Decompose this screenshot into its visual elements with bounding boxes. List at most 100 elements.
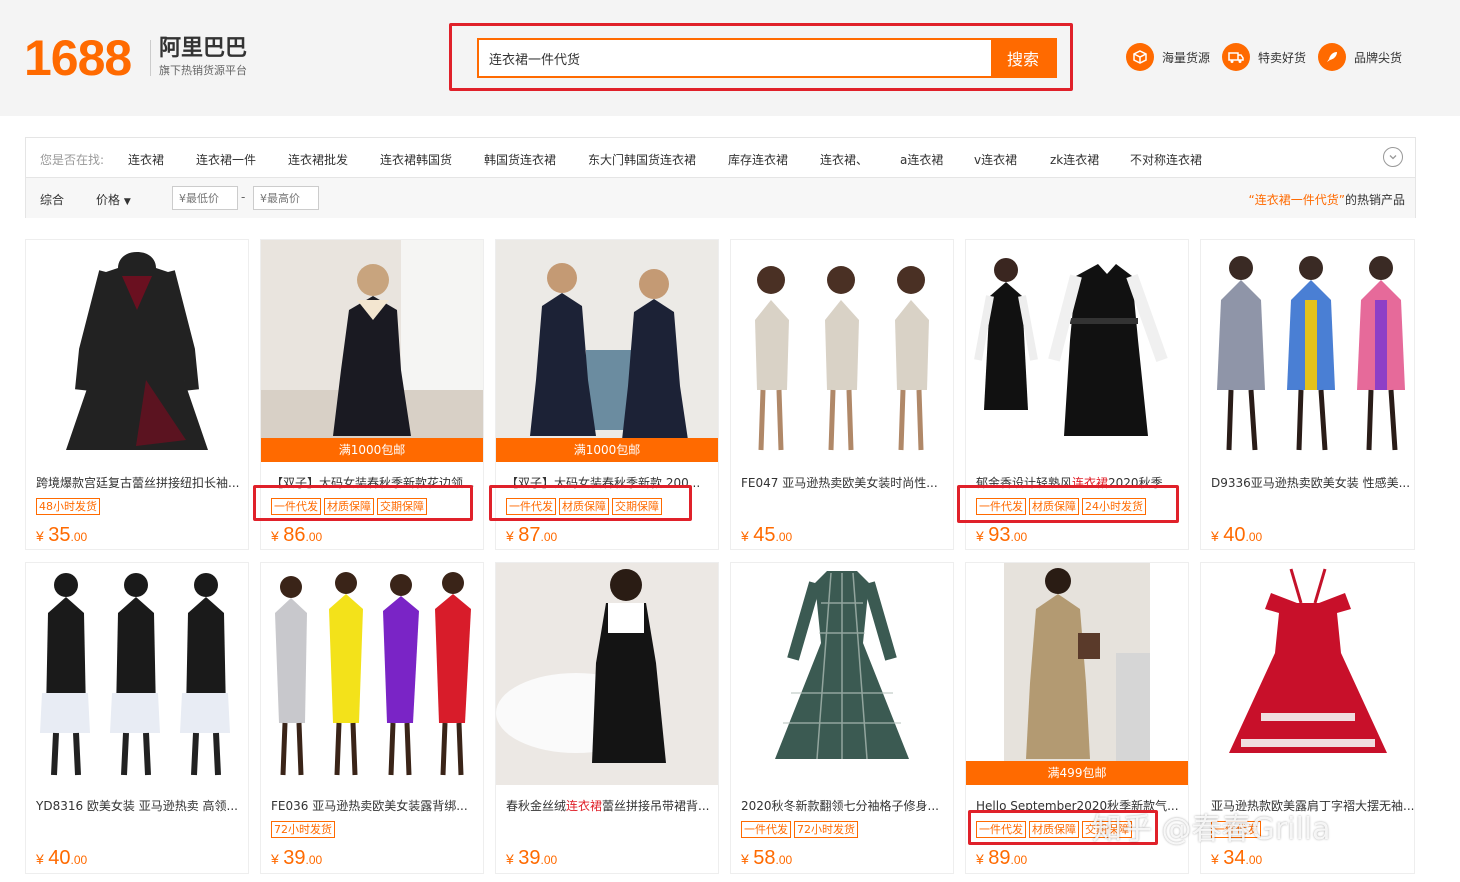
price-int: 39 [283,847,306,869]
sort-all[interactable]: 综合 [40,191,64,208]
product-tag: 72小时发货 [271,821,335,838]
suggestion-link[interactable]: 连衣裙批发 [288,151,348,168]
price-dec: .00 [1245,530,1263,544]
nav-label: 特卖好货 [1258,50,1307,65]
suggestion-link[interactable]: 连衣裙韩国货 [380,151,452,168]
suggestion-link[interactable]: 库存连衣裙 [728,151,788,168]
title-post: 蕾丝拼接吊带裙背... [602,799,710,813]
product-image[interactable]: 满1000包邮 [261,240,483,462]
price-int: 40 [48,847,71,869]
product-image[interactable]: 满499包邮 [966,563,1188,785]
tag-highlight-box [489,485,692,521]
product-price: ¥ 86.00 [271,524,322,547]
product-image[interactable] [731,563,953,785]
search-button[interactable]: 搜索 [991,40,1055,76]
sort-price-label: 价格 [96,193,121,207]
box-icon [1126,43,1154,71]
product-title[interactable]: 春秋金丝绒连衣裙蕾丝拼接吊带裙背... [506,797,710,814]
price-dec: .00 [1245,853,1263,867]
product-title[interactable]: 跨境爆款宫廷复古蕾丝拼接纽扣长袖... [36,474,240,491]
logo-brand[interactable]: 阿里巴巴 [159,36,247,62]
chevron-down-icon[interactable] [1383,147,1403,167]
title-pre: 春秋金丝绒 [506,799,567,813]
price-dec: .00 [540,853,558,867]
price-dec: .00 [305,530,323,544]
product-image[interactable] [26,240,248,462]
suggestion-link[interactable]: v连衣裙 [974,151,1017,168]
product-price: ¥ 39.00 [271,847,322,870]
product-card[interactable]: YD8316 欧美女装 亚马逊热卖 高领... ¥ 40.00 [25,562,249,874]
currency-symbol: ¥ [1211,528,1219,544]
suggestion-link[interactable]: 连衣裙 [128,151,164,168]
watermark: 知乎 @春春Grilla [1092,812,1331,847]
price-dec: .00 [305,853,323,867]
suggestion-link[interactable]: 连衣裙一件 [196,151,256,168]
price-dec: .00 [70,853,88,867]
suggestion-link[interactable]: 韩国货连衣裙 [484,151,556,168]
product-image[interactable] [496,563,718,785]
currency-symbol: ¥ [506,528,514,544]
product-title[interactable]: FE036 亚马逊热卖欧美女装露背绑... [271,797,475,814]
product-tag: 48小时发货 [36,498,100,515]
currency-symbol: ¥ [271,851,279,867]
truck-icon [1222,43,1250,71]
currency-symbol: ¥ [976,851,984,867]
price-int: 89 [988,847,1011,869]
rocket-icon [1318,43,1346,71]
product-title[interactable]: FE047 亚马逊热卖欧美女装时尚性... [741,474,945,491]
product-image[interactable] [26,563,248,785]
product-price: ¥ 93.00 [976,524,1027,547]
product-price: ¥ 40.00 [36,847,87,870]
nav-brand-goods[interactable]: 品牌尖货 [1318,42,1402,72]
product-card[interactable]: FE047 亚马逊热卖欧美女装时尚性... ¥ 45.00 [730,239,954,550]
product-image[interactable] [1201,240,1414,462]
product-title[interactable]: D9336亚马逊热卖欧美女装 性感美... [1211,474,1415,491]
product-image[interactable] [1201,563,1414,785]
product-card[interactable]: 春秋金丝绒连衣裙蕾丝拼接吊带裙背... ¥ 39.00 [495,562,719,874]
product-image[interactable] [731,240,953,462]
suggestion-row: 您是否在找: 连衣裙 连衣裙一件 连衣裙批发 连衣裙韩国货 韩国货连衣裙 东大门… [26,138,1415,178]
price-int: 39 [518,847,541,869]
suggestion-link[interactable]: 东大门韩国货连衣裙 [588,151,696,168]
product-card[interactable]: 2020秋冬新款翻领七分袖格子修身... 一件代发 72小时发货 ¥ 58.00 [730,562,954,874]
suggestion-link[interactable]: 连衣裙、 [820,151,868,168]
currency-symbol: ¥ [976,528,984,544]
product-title[interactable]: YD8316 欧美女装 亚马逊热卖 高领... [36,797,240,814]
search-input[interactable] [479,40,991,76]
logo-divider [150,40,151,76]
logo-subtitle: 旗下热销货源平台 [159,64,247,77]
product-tags: 48小时发货 [36,498,100,515]
product-tag: 一件代发 [741,821,791,838]
price-dec: .00 [540,530,558,544]
product-price: ¥ 89.00 [976,847,1027,870]
sort-row: 综合 价格 ▼ - “连衣裙一件代货”的热销产品 [26,178,1415,218]
currency-symbol: ¥ [36,528,44,544]
currency-symbol: ¥ [271,528,279,544]
product-title[interactable]: 2020秋冬新款翻领七分袖格子修身... [741,797,945,814]
suggestion-link[interactable]: a连衣裙 [900,151,943,168]
nav-special-sale[interactable]: 特卖好货 [1222,42,1306,72]
header: 1688 阿里巴巴 旗下热销货源平台 搜索 海量货源 特卖好货 品牌尖货 [0,0,1460,116]
currency-symbol: ¥ [1211,851,1219,867]
price-dec: .00 [775,530,793,544]
currency-symbol: ¥ [741,851,749,867]
product-image[interactable]: 满1000包邮 [496,240,718,462]
product-card[interactable]: D9336亚马逊热卖欧美女装 性感美... ¥ 40.00 [1200,239,1415,550]
price-int: 35 [48,524,71,546]
product-image[interactable] [261,563,483,785]
price-min-input[interactable] [172,186,238,210]
price-max-input[interactable] [253,186,319,210]
nav-massive-supply[interactable]: 海量货源 [1126,42,1210,72]
product-card[interactable]: FE036 亚马逊热卖欧美女装露背绑... 72小时发货 ¥ 39.00 [260,562,484,874]
product-image[interactable] [966,240,1188,462]
tag-highlight-box [253,485,473,521]
suggestion-link[interactable]: 不对称连衣裙 [1130,151,1202,168]
product-card[interactable]: 跨境爆款宫廷复古蕾丝拼接纽扣长袖... 48小时发货 ¥ 35.00 [25,239,249,550]
price-int: 58 [753,847,776,869]
sort-price[interactable]: 价格 ▼ [96,191,131,208]
logo-1688[interactable]: 1688 [24,30,132,86]
suggestion-link[interactable]: zk连衣裙 [1050,151,1099,168]
caret-down-icon: ▼ [123,197,131,207]
hot-products-note: “连衣裙一件代货”的热销产品 [1249,191,1405,208]
search-box: 搜索 [477,38,1057,78]
